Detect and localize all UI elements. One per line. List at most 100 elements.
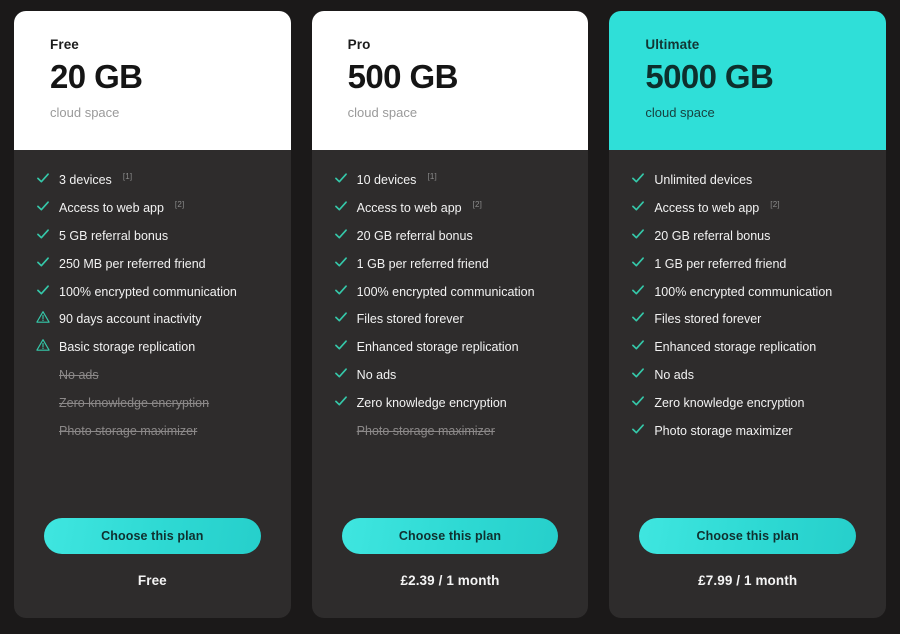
plan-features-section: Unlimited devices Access to web app [2] 20 …: [609, 150, 886, 500]
feature-label: 250 MB per referred friend: [59, 256, 206, 271]
check-icon: [631, 366, 645, 380]
feature-item: No ads: [36, 367, 269, 382]
feature-item: Photo storage maximizer: [36, 423, 269, 438]
check-icon: [334, 227, 348, 241]
plan-features-section: 10 devices [1] Access to web app [2] 20 GB r…: [312, 150, 589, 500]
check-icon: [631, 394, 645, 408]
feature-item: Enhanced storage replication: [631, 339, 864, 354]
feature-item: Unlimited devices: [631, 172, 864, 187]
feature-item: Zero knowledge encryption: [334, 395, 567, 410]
plan-footer: Choose this plan £7.99 / 1 month: [609, 500, 886, 618]
plan-name: Free: [50, 37, 79, 52]
feature-list: Unlimited devices Access to web app [2] 20 …: [631, 172, 864, 438]
feature-footnote-marker: [2]: [770, 199, 780, 209]
choose-plan-button[interactable]: Choose this plan: [341, 518, 559, 554]
plan-card-ultimate: Ultimate 5000 GB cloud space Unlimited devi…: [609, 11, 887, 618]
plan-card-free: Free 20 GB cloud space 3 devices [1] Access t…: [14, 11, 291, 618]
feature-item: Files stored forever: [631, 311, 864, 326]
plan-footer: Choose this plan Free: [14, 500, 291, 618]
feature-item: Access to web app [2]: [36, 200, 269, 215]
feature-label: 3 devices: [59, 173, 112, 187]
check-icon: [334, 171, 348, 185]
feature-label: No ads: [59, 368, 99, 383]
feature-label: 100% encrypted communication: [654, 284, 833, 299]
feature-item: 20 GB referral bonus: [631, 228, 864, 243]
check-icon: [631, 338, 645, 352]
feature-label: 100% encrypted communication: [356, 284, 535, 299]
feature-label: Zero knowledge encryption: [59, 396, 210, 410]
feature-label: Photo storage maximizer: [59, 423, 198, 438]
check-icon: [334, 283, 348, 297]
check-icon: [36, 283, 50, 297]
feature-item: Access to web app [2]: [334, 200, 567, 215]
check-icon: [631, 255, 645, 269]
feature-label: 1 GB per referred friend: [356, 256, 489, 271]
feature-label: 1 GB per referred friend: [654, 256, 787, 271]
feature-label: Enhanced storage replication: [654, 340, 817, 355]
plan-price: Free: [137, 573, 167, 588]
check-icon: [631, 171, 645, 185]
warning-triangle-icon: [36, 310, 50, 324]
plan-price: £7.99 / 1 month: [698, 573, 798, 588]
feature-item: Photo storage maximizer: [334, 423, 567, 438]
plan-storage-size: 5000 GB: [645, 58, 774, 96]
plan-card-pro: Pro 500 GB cloud space 10 devices [1] Access …: [311, 11, 589, 618]
feature-item: Basic storage replication: [36, 339, 269, 354]
plan-header: Free 20 GB cloud space: [14, 11, 291, 150]
check-icon: [631, 227, 645, 241]
feature-item: Files stored forever: [334, 311, 567, 326]
feature-list: 10 devices [1] Access to web app [2] 20 GB r…: [334, 172, 567, 438]
feature-label: Photo storage maximizer: [356, 423, 495, 438]
check-icon: [36, 227, 50, 241]
choose-plan-button[interactable]: Choose this plan: [639, 518, 857, 554]
feature-label: 100% encrypted communication: [59, 284, 237, 299]
feature-label: Access to web app: [654, 200, 760, 215]
feature-label: 10 devices: [356, 173, 417, 187]
check-icon: [334, 255, 348, 269]
feature-label: 5 GB referral bonus: [59, 228, 169, 243]
feature-label: 90 days account inactivity: [59, 312, 202, 327]
feature-item: 100% encrypted communication: [36, 284, 269, 299]
feature-item: 100% encrypted communication: [334, 284, 567, 299]
feature-item: No ads: [334, 367, 567, 382]
plan-price: £2.39 / 1 month: [400, 573, 500, 588]
warning-triangle-icon: [36, 338, 50, 352]
check-icon: [631, 422, 645, 436]
plan-storage-caption: cloud space: [50, 105, 120, 121]
plan-storage-size: 500 GB: [347, 58, 459, 96]
feature-label: Files stored forever: [654, 312, 762, 327]
feature-item: Zero knowledge encryption: [36, 395, 269, 410]
plan-header: Ultimate 5000 GB cloud space: [609, 11, 887, 150]
feature-label: No ads: [356, 368, 397, 383]
check-icon: [36, 199, 50, 213]
feature-footnote-marker: [1]: [122, 172, 133, 181]
feature-label: Enhanced storage replication: [356, 340, 519, 355]
feature-item: 20 GB referral bonus: [334, 228, 567, 243]
feature-footnote-marker: [2]: [174, 199, 185, 209]
check-icon: [631, 199, 645, 213]
pricing-plans-grid: Free 20 GB cloud space 3 devices [1] Access t…: [0, 0, 900, 634]
choose-plan-button[interactable]: Choose this plan: [44, 518, 261, 554]
check-icon: [36, 255, 50, 269]
feature-item: Access to web app [2]: [631, 200, 864, 215]
plan-storage-caption: cloud space: [347, 105, 418, 121]
feature-item: 5 GB referral bonus: [36, 228, 269, 243]
check-icon: [631, 283, 645, 297]
feature-footnote-marker: [2]: [472, 199, 483, 209]
feature-item: 90 days account inactivity: [36, 311, 269, 326]
plan-storage-caption: cloud space: [645, 105, 715, 121]
plan-footer: Choose this plan £2.39 / 1 month: [312, 500, 589, 618]
feature-item: 250 MB per referred friend: [36, 256, 269, 271]
plan-name: Pro: [347, 37, 371, 52]
plan-name: Ultimate: [645, 37, 700, 52]
feature-item: 1 GB per referred friend: [334, 256, 567, 271]
feature-item: No ads: [631, 367, 864, 382]
feature-label: Zero knowledge encryption: [356, 396, 507, 410]
feature-item: 1 GB per referred friend: [631, 256, 864, 271]
feature-footnote-marker: [1]: [427, 172, 437, 181]
plan-header: Pro 500 GB cloud space: [311, 11, 589, 150]
feature-item: 3 devices [1]: [36, 172, 269, 187]
check-icon: [36, 171, 50, 185]
feature-label: Access to web app: [59, 200, 164, 215]
check-icon: [631, 310, 645, 324]
